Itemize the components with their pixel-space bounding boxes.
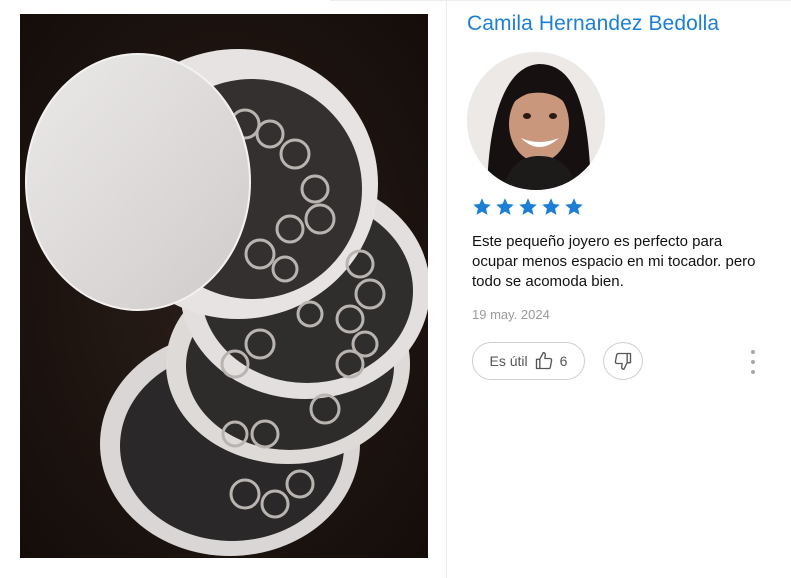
helpful-button[interactable]: Es útil 6 [472, 342, 585, 380]
helpful-count: 6 [559, 353, 568, 369]
reviewer-avatar [467, 52, 605, 190]
reviewer-name[interactable]: Camila Hernandez Bedolla [467, 12, 719, 36]
star-icon [496, 198, 514, 215]
jewelry-box-image [20, 14, 428, 558]
not-helpful-button[interactable] [603, 342, 643, 380]
rating-stars [472, 197, 584, 217]
review-text: Este pequeño joyero es perfecto para ocu… [472, 233, 756, 290]
more-options-button[interactable] [744, 350, 762, 374]
avatar-image [467, 52, 605, 190]
review-date: 19 may. 2024 [472, 307, 550, 322]
top-divider [330, 0, 791, 1]
review-photo[interactable] [20, 14, 428, 558]
star-icon [519, 198, 537, 215]
more-vertical-icon [751, 350, 755, 354]
thumbs-up-icon [535, 352, 552, 370]
star-icon [565, 198, 583, 215]
star-icon [542, 198, 560, 215]
star-icon [473, 198, 491, 215]
more-vertical-icon-dot [751, 370, 755, 374]
more-vertical-icon-dot [751, 360, 755, 364]
helpful-label: Es útil [489, 353, 528, 369]
column-divider [446, 0, 447, 578]
thumbs-down-icon [614, 352, 632, 370]
